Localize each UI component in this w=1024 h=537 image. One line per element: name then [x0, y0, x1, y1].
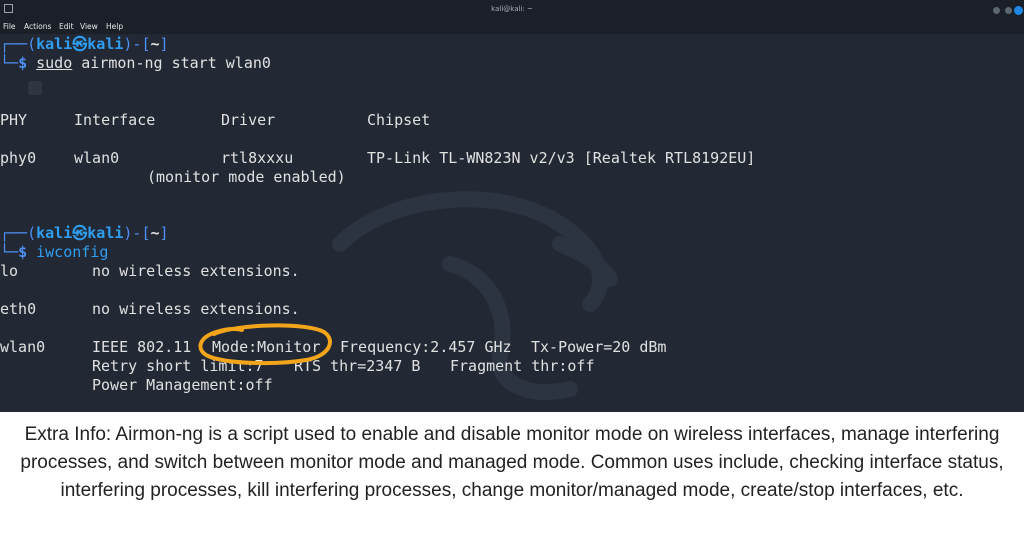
prompt1-line2: └─$ sudo airmon-ng start wlan0: [0, 54, 271, 72]
maximize-button[interactable]: [1005, 7, 1012, 14]
wlan0-fragment: Fragment thr:off: [450, 357, 595, 375]
row-phy: phy0: [0, 149, 37, 167]
caption-panel: Extra Info: Airmon-ng is a script used t…: [0, 412, 1024, 537]
prompt1-mid: )-[: [123, 35, 151, 53]
header-phy: PHY: [0, 111, 28, 129]
menu-view[interactable]: View: [80, 22, 98, 31]
wlan0-txpower: Tx-Power=20 dBm: [531, 338, 667, 356]
iface-wlan0: wlan0: [0, 338, 46, 356]
menu-edit[interactable]: Edit: [59, 22, 74, 31]
row-interface: wlan0: [74, 149, 120, 167]
title-bar: kali@kali: ~: [0, 0, 1024, 20]
command-airmon: airmon-ng start wlan0: [72, 54, 271, 72]
prompt2-dir: ~: [150, 224, 160, 242]
prompt1-line1: ┌──(kali㉿kali)-[~]: [0, 35, 169, 53]
command-iwconfig: iwconfig: [36, 243, 109, 261]
header-interface: Interface: [74, 111, 156, 129]
prompt2-at: ㉿: [72, 224, 88, 242]
prompt1-user: kali: [36, 35, 73, 53]
prompt1-at: ㉿: [72, 35, 88, 53]
menu-actions[interactable]: Actions: [24, 22, 51, 31]
mode-highlight-circle: [198, 323, 332, 366]
prompt1-suffix: ]: [159, 35, 169, 53]
iface-eth0: eth0: [0, 300, 37, 318]
wlan0-standard: IEEE 802.11: [92, 338, 192, 356]
iface-lo: lo: [0, 262, 19, 280]
prompt2-line1: ┌──(kali㉿kali)-[~]: [0, 224, 169, 242]
close-button[interactable]: [1014, 6, 1023, 15]
prompt1-corner: └─: [0, 54, 19, 72]
kali-dragon-watermark: [332, 191, 618, 401]
row-chipset: TP-Link TL-WN823N v2/v3 [Realtek RTL8192…: [367, 149, 756, 167]
prompt2-line2: └─$ iwconfig: [0, 243, 108, 261]
prompt2-suffix: ]: [159, 224, 169, 242]
row-driver: rtl8xxxu: [221, 149, 294, 167]
menu-bar: File Actions Edit View Help: [0, 20, 1024, 34]
prompt1-prefix: ┌──(: [0, 35, 37, 53]
prompt2-user: kali: [36, 224, 73, 242]
monitor-note: (monitor mode enabled): [147, 168, 346, 186]
prompt1-dollar: $: [18, 54, 37, 72]
caption-text: Extra Info: Airmon-ng is a script used t…: [20, 424, 1004, 501]
header-chipset: Chipset: [367, 111, 431, 129]
iface-eth0-info: no wireless extensions.: [92, 300, 300, 318]
wlan0-frequency: Frequency:2.457 GHz: [340, 338, 512, 356]
prompt1-dir: ~: [150, 35, 160, 53]
prompt2-dollar: $: [18, 243, 37, 261]
terminal-output[interactable]: ┌──(kali㉿kali)-[~] └─$ sudo airmon-ng st…: [0, 34, 1024, 412]
header-driver: Driver: [221, 111, 276, 129]
terminal-window: kali@kali: ~ File Actions Edit View Help…: [0, 0, 1024, 412]
menu-help[interactable]: Help: [106, 22, 123, 31]
prompt2-prefix: ┌──(: [0, 224, 37, 242]
window-title: kali@kali: ~: [491, 5, 533, 13]
ghost-icon: [28, 81, 42, 95]
prompt2-mid: )-[: [123, 224, 151, 242]
menu-file[interactable]: File: [3, 22, 16, 31]
prompt2-host: kali: [87, 224, 124, 242]
prompt2-corner: └─: [0, 243, 19, 261]
iface-lo-info: no wireless extensions.: [92, 262, 300, 280]
command-sudo: sudo: [36, 54, 73, 72]
minimize-button[interactable]: [993, 7, 1000, 14]
wlan0-power: Power Management:off: [92, 376, 273, 394]
prompt1-host: kali: [87, 35, 124, 53]
